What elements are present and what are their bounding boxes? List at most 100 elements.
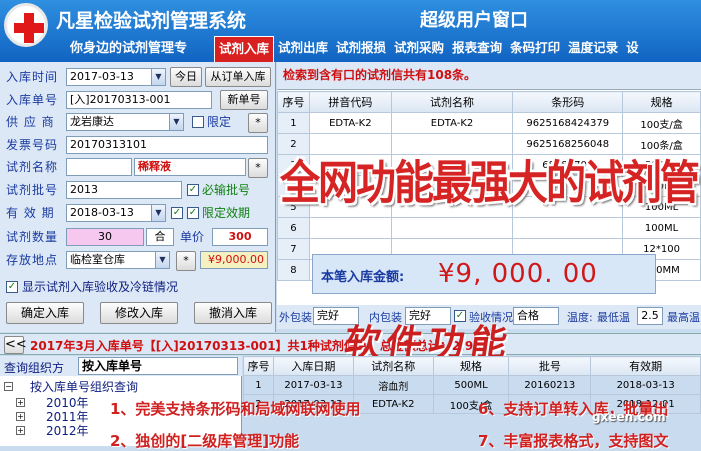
max-temp-label: 最高温 xyxy=(667,311,700,324)
table-cell: 2018-03-13 xyxy=(590,375,701,395)
promo-overlay-text: 全网功能最强大的试剂管 xyxy=(280,157,700,211)
entry-form: 入库时间 2017-03-13 ▼ 今日 从订单入库 入库单号 [入]20170… xyxy=(0,62,276,332)
limit-checkbox[interactable] xyxy=(192,116,204,128)
feature-7: 7、丰富报表格式，支持图文 xyxy=(478,432,669,450)
chevron-down-icon[interactable]: ▼ xyxy=(169,114,183,130)
feature-1: 1、完美支持条形码和局域网联网使用 xyxy=(110,400,361,418)
tab-reagent-out[interactable]: 试剂出库 xyxy=(274,36,332,62)
column-header[interactable]: 有效期 xyxy=(590,356,701,376)
tab-reagent-loss[interactable]: 试剂报损 xyxy=(332,36,390,62)
chevron-down-icon[interactable]: ▼ xyxy=(151,69,165,85)
price-label: 单价 xyxy=(180,230,205,244)
expiry-limit-label: 限定效期 xyxy=(202,206,251,220)
tab-settings[interactable]: 设 xyxy=(622,36,643,62)
column-header[interactable]: 入库日期 xyxy=(272,356,354,376)
new-order-button[interactable]: 新单号 xyxy=(220,90,268,110)
reagent-name-field[interactable]: 稀释液 xyxy=(134,158,246,176)
inspect-select[interactable]: 合格 xyxy=(513,307,559,325)
order-number-field[interactable]: [入]20170313-001 xyxy=(66,91,212,109)
show-check-label: 显示试剂入库验收及冷链情况 xyxy=(22,280,179,294)
modify-entry-button[interactable]: 修改入库 xyxy=(100,302,178,324)
table-header: 序号 入库日期 试剂名称 规格 批号 有效期 xyxy=(243,356,701,376)
table-cell: 1 xyxy=(243,375,274,395)
expiry-label: 有 效 期 xyxy=(6,206,55,220)
date-label: 入库时间 xyxy=(6,70,59,84)
expiry-limit-checkbox[interactable]: ✓ xyxy=(187,207,199,219)
tab-report-query[interactable]: 报表查询 xyxy=(448,36,506,62)
unit-field[interactable]: 合 xyxy=(146,228,174,246)
quantity-label: 试剂数量 xyxy=(6,230,59,244)
table-row[interactable]: 1 EDTA-K2 EDTA-K2 9625168424379 100支/盒 xyxy=(277,112,701,134)
location-label: 存放地点 xyxy=(6,253,59,267)
table-header: 序号 拼音代码 试剂名称 条形码 规格 xyxy=(277,91,701,113)
column-header[interactable]: 试剂名称 xyxy=(390,91,514,113)
tab-reagent-purchase[interactable]: 试剂采购 xyxy=(390,36,448,62)
tab-barcode-print[interactable]: 条码打印 xyxy=(506,36,564,62)
reagent-code-field[interactable] xyxy=(66,158,132,176)
total-amount-panel: 本笔入库金额: ¥9, 000. 00 xyxy=(312,254,656,294)
column-header[interactable]: 规格 xyxy=(622,91,701,113)
show-check-checkbox[interactable]: ✓ xyxy=(6,281,18,293)
batch-required-checkbox[interactable]: ✓ xyxy=(187,184,199,196)
supplier-more-button[interactable]: * xyxy=(248,113,268,133)
table-cell: 1 xyxy=(277,112,310,134)
column-header[interactable]: 拼音代码 xyxy=(308,91,392,113)
temperature-label: 温度: xyxy=(567,311,593,324)
expiry-toggle[interactable]: ✓ xyxy=(171,207,183,219)
table-cell: 6 xyxy=(277,217,310,239)
expand-icon[interactable]: + xyxy=(16,398,25,407)
query-org-header: 查询组织方 按入库单号 xyxy=(0,356,242,376)
price-field[interactable]: 300 xyxy=(212,228,268,246)
cancel-entry-button[interactable]: 撤消入库 xyxy=(194,302,272,324)
main-nav: 试剂入库 试剂出库 试剂报损 试剂采购 报表查询 条码打印 温度记录 设 xyxy=(214,36,643,62)
table-cell: 500ML xyxy=(432,375,510,395)
total-amount-value: ¥9, 000. 00 xyxy=(438,259,598,289)
confirm-entry-button[interactable]: 确定入库 xyxy=(6,302,84,324)
quantity-field[interactable]: 30 xyxy=(66,228,144,246)
tree-root[interactable]: 按入库单号组织查询 xyxy=(30,380,138,394)
table-cell: EDTA-K2 xyxy=(390,112,514,134)
tree-item-2011[interactable]: 2011年 xyxy=(46,410,89,424)
table-cell: 溶血剂 xyxy=(352,375,434,395)
reagent-more-button[interactable]: * xyxy=(248,158,268,178)
collapse-button[interactable]: << xyxy=(4,336,27,354)
column-header[interactable]: 规格 xyxy=(432,356,510,376)
batch-required-label: 必输批号 xyxy=(202,183,251,197)
table-cell xyxy=(512,217,624,239)
tree-item-2012[interactable]: 2012年 xyxy=(46,424,89,438)
column-header[interactable]: 序号 xyxy=(277,91,310,113)
search-result-message: 检索到含有口的试剂信共有108条。 xyxy=(277,62,701,90)
limit-label: 限定 xyxy=(207,115,232,129)
batch-field[interactable]: 2013 xyxy=(66,181,182,199)
batch-label: 试剂批号 xyxy=(6,183,59,197)
table-cell: 7 xyxy=(277,238,310,260)
expand-icon[interactable]: + xyxy=(16,426,25,435)
amount-field: ¥9,000.00 xyxy=(200,251,268,269)
location-more-button[interactable]: * xyxy=(176,251,196,271)
tree-item-2010[interactable]: 2010年 xyxy=(46,396,89,410)
min-temp-field[interactable]: 2.5 xyxy=(637,307,663,325)
supplier-label: 供 应 商 xyxy=(6,115,55,129)
tab-temperature-log[interactable]: 温度记录 xyxy=(564,36,622,62)
invoice-field[interactable]: 20170313101 xyxy=(66,136,268,154)
column-header[interactable]: 序号 xyxy=(243,356,274,376)
today-button[interactable]: 今日 xyxy=(170,67,202,87)
supplier-select[interactable]: 龙岩康达 xyxy=(66,113,184,131)
collapse-icon[interactable]: − xyxy=(4,382,13,391)
column-header[interactable]: 批号 xyxy=(508,356,592,376)
total-amount-label: 本笔入库金额: xyxy=(321,270,405,285)
table-cell: 8 xyxy=(277,259,310,281)
from-order-button[interactable]: 从订单入库 xyxy=(205,67,271,87)
table-row[interactable]: 6 100ML xyxy=(277,217,701,239)
outer-pack-label: 外包装 xyxy=(279,311,312,324)
tab-reagent-in[interactable]: 试剂入库 xyxy=(214,36,275,62)
query-org-select[interactable]: 按入库单号 xyxy=(78,357,238,375)
chevron-down-icon[interactable]: ▼ xyxy=(155,252,169,268)
table-cell: EDTA-K2 xyxy=(352,394,434,414)
expand-icon[interactable]: + xyxy=(16,412,25,421)
column-header[interactable]: 试剂名称 xyxy=(352,356,434,376)
column-header[interactable]: 条形码 xyxy=(512,91,624,113)
order-label: 入库单号 xyxy=(6,93,59,107)
table-row[interactable]: 1 2017-03-13 溶血剂 500ML 20160213 2018-03-13 xyxy=(243,375,701,395)
chevron-down-icon[interactable]: ▼ xyxy=(151,205,165,221)
